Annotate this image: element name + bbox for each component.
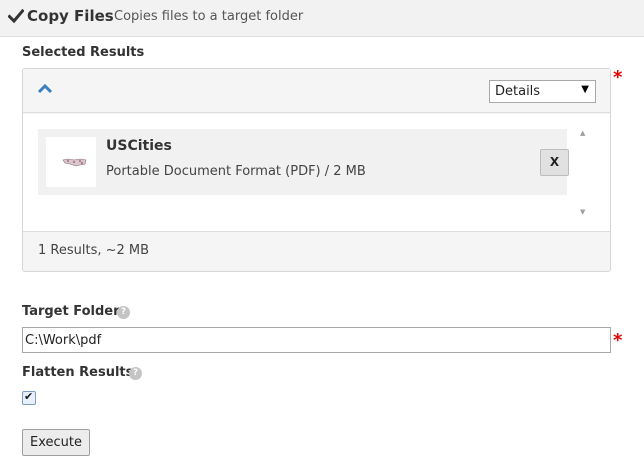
help-icon[interactable]: ? [117,306,130,319]
panel-footer: 1 Results, ~2 MB [23,231,610,271]
chevron-up-icon[interactable] [37,83,53,95]
dropdown-arrow-icon: ▼ [581,84,589,95]
checkmark-icon [8,8,24,24]
help-icon[interactable]: ? [129,367,142,380]
flatten-results-label: Flatten Results [22,365,134,380]
list-item[interactable]: USCities Portable Document Format (PDF) … [38,129,569,195]
panel-toolbar: Details ▼ [23,69,610,113]
required-asterisk-icon: * [613,330,623,351]
us-map-icon [62,158,87,167]
scroll-down-icon[interactable]: ▼ [580,208,585,216]
selected-results-label: Selected Results [22,45,145,60]
flatten-results-checkbox[interactable]: ✔ [22,390,36,405]
view-mode-value: Details [495,84,541,99]
us-map-thumbnail [46,137,96,187]
list-scrollbar[interactable]: ▲ ▼ [576,129,592,216]
target-folder-label: Target Folder [22,304,120,319]
tool-title: Copy Files [27,7,114,25]
results-list: USCities Portable Document Format (PDF) … [23,114,610,231]
execute-button[interactable]: Execute [22,429,90,456]
item-description: Portable Document Format (PDF) / 2 MB [106,164,366,179]
view-mode-select[interactable]: Details ▼ [489,80,596,103]
required-asterisk-icon: * [613,67,623,88]
selected-results-panel: Details ▼ USCities Portable Document For… [22,68,611,272]
scroll-up-icon[interactable]: ▲ [580,129,585,137]
remove-item-button[interactable]: X [540,149,569,176]
tool-subtitle: Copies files to a target folder [114,9,304,24]
results-summary: 1 Results, ~2 MB [38,243,150,258]
target-folder-input[interactable] [22,327,611,353]
tool-header: Copy Files Copies files to a target fold… [0,0,644,37]
checkmark-icon: ✔ [24,390,34,403]
item-name: USCities [106,138,172,154]
